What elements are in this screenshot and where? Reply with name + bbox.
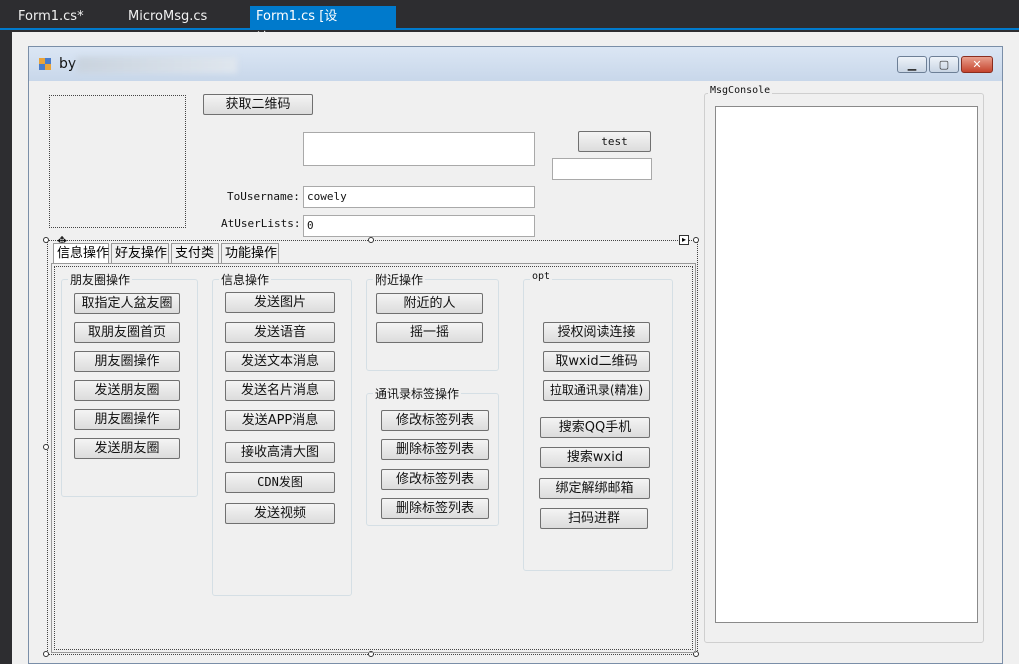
message-button[interactable]: 发送语音 (225, 322, 335, 343)
message-button[interactable]: 接收高清大图 (225, 442, 335, 463)
ide-tab-form1-design[interactable]: Form1.cs [设计]*⊓✕ (250, 6, 396, 46)
app-icon (39, 58, 51, 70)
message-button[interactable]: 发送APP消息 (225, 410, 335, 431)
messages-group-title: 信息操作 (219, 271, 272, 288)
resize-handle[interactable] (43, 651, 49, 657)
tab-friend-ops[interactable]: 好友操作 (111, 243, 169, 263)
opt-group: opt 授权阅读连接 取wxid二维码 拉取通讯录(精准) 搜索QQ手机 搜索w… (523, 271, 673, 571)
moments-button[interactable]: 朋友圈操作 (74, 409, 180, 430)
message-button[interactable]: 发送视频 (225, 503, 335, 524)
message-button[interactable]: 发送图片 (225, 292, 335, 313)
minimize-button[interactable]: ▁ (897, 56, 927, 73)
tab-info-ops[interactable]: 信息操作 (53, 243, 109, 263)
nearby-group-title: 附近操作 (373, 271, 426, 288)
tab-payment[interactable]: 支付类 (171, 243, 219, 263)
to-username-label: ToUsername: (227, 190, 300, 203)
opt-button[interactable]: 扫码进群 (540, 508, 648, 529)
moments-button[interactable]: 取指定人盆友圈 (74, 293, 180, 314)
shake-button[interactable]: 摇一摇 (376, 322, 483, 343)
ide-tab-micromsg[interactable]: MicroMsg.cs (122, 6, 213, 28)
moments-group: 朋友圈操作 取指定人盆友圈 取朋友圈首页 朋友圈操作 发送朋友圈 朋友圈操作 发… (61, 271, 198, 497)
form-window: by ▁ ▢ ✕ 获取二维码 test ToUsername: cowely A… (28, 46, 1003, 664)
at-user-lists-input[interactable]: 0 (303, 215, 535, 237)
opt-button[interactable]: 搜索QQ手机 (540, 417, 650, 438)
moments-button[interactable]: 取朋友圈首页 (74, 322, 180, 343)
test-button[interactable]: test (578, 131, 651, 152)
moments-button[interactable]: 发送朋友圈 (74, 438, 180, 459)
msg-console-textarea[interactable] (715, 106, 978, 623)
moments-button[interactable]: 发送朋友圈 (74, 380, 180, 401)
opt-group-title: opt (530, 271, 553, 282)
message-button[interactable]: CDN发图 (225, 472, 335, 493)
close-button[interactable]: ✕ (961, 56, 993, 73)
contact-tag-button[interactable]: 删除标签列表 (381, 498, 489, 519)
maximize-button[interactable]: ▢ (929, 56, 959, 73)
redacted-title (77, 57, 237, 73)
status-textbox[interactable] (303, 132, 535, 166)
contact-tags-group-title: 通讯录标签操作 (373, 385, 462, 402)
ide-tab-label: Form1.cs* (18, 9, 84, 24)
test-input[interactable] (552, 158, 652, 180)
nearby-group: 附近操作 附近的人 摇一摇 (366, 271, 499, 371)
resize-handle[interactable] (43, 237, 49, 243)
messages-group: 信息操作 发送图片 发送语音 发送文本消息 发送名片消息 发送APP消息 接收高… (212, 271, 352, 596)
msg-console-group: MsgConsole (704, 85, 984, 643)
ide-tab-form1-code[interactable]: Form1.cs* (12, 6, 90, 28)
window-title: by (59, 56, 77, 72)
at-user-lists-label: AtUserLists: (221, 217, 301, 230)
contact-tag-button[interactable]: 删除标签列表 (381, 439, 489, 460)
opt-button[interactable]: 搜索wxid (540, 447, 650, 468)
tab-function-ops[interactable]: 功能操作 (221, 243, 279, 263)
contact-tag-button[interactable]: 修改标签列表 (381, 410, 489, 431)
get-qr-code-button[interactable]: 获取二维码 (203, 94, 313, 115)
opt-button[interactable]: 绑定解绑邮箱 (539, 478, 650, 499)
contact-tags-group: 通讯录标签操作 修改标签列表 删除标签列表 修改标签列表 删除标签列表 (366, 385, 499, 526)
moments-button[interactable]: 朋友圈操作 (74, 351, 180, 372)
to-username-input[interactable]: cowely (303, 186, 535, 208)
ide-tab-strip: Form1.cs* MicroMsg.cs Form1.cs [设计]*⊓✕ (0, 0, 1019, 46)
message-button[interactable]: 发送名片消息 (225, 380, 335, 401)
opt-button[interactable]: 取wxid二维码 (543, 351, 650, 372)
tab-strip-underline (0, 28, 1019, 30)
ide-tab-label: MicroMsg.cs (128, 9, 208, 24)
contact-tag-button[interactable]: 修改标签列表 (381, 469, 489, 490)
qr-picture-box (49, 95, 186, 228)
form-titlebar[interactable]: by ▁ ▢ ✕ (29, 47, 1002, 81)
moments-group-title: 朋友圈操作 (68, 271, 133, 288)
resize-handle[interactable] (43, 444, 49, 450)
opt-button[interactable]: 拉取通讯录(精准) (543, 380, 650, 401)
nearby-people-button[interactable]: 附近的人 (376, 293, 483, 314)
message-button[interactable]: 发送文本消息 (225, 351, 335, 372)
opt-button[interactable]: 授权阅读连接 (543, 322, 650, 343)
msg-console-title: MsgConsole (708, 85, 773, 96)
